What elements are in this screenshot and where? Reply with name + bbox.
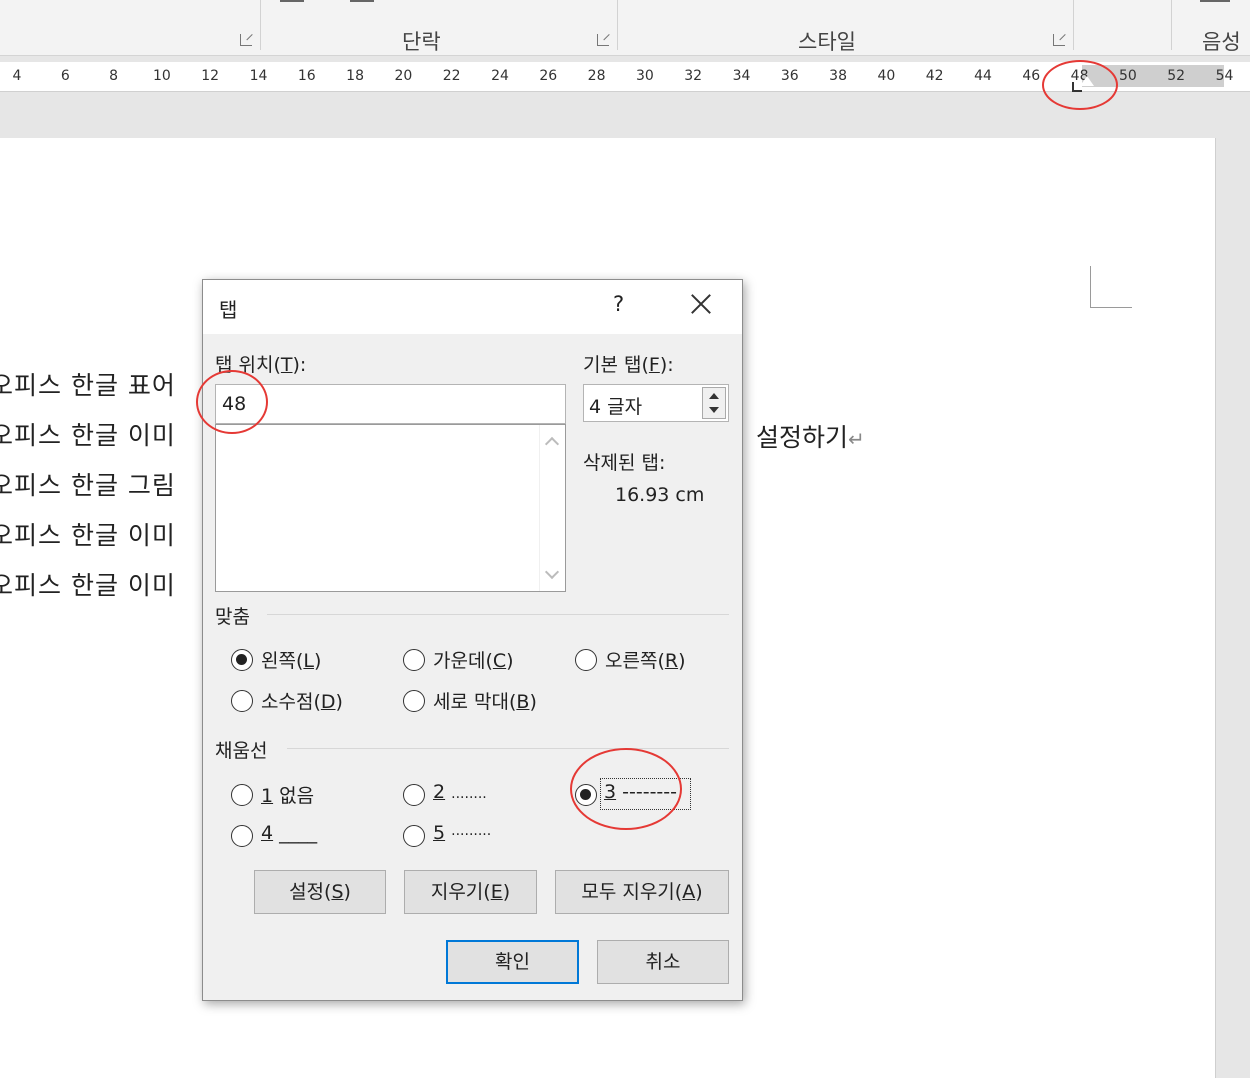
ruler-tick-label: 40	[877, 68, 896, 84]
align-bar-label[interactable]: 세로 막대(B)	[433, 687, 537, 714]
ruler-tick-label: 26	[539, 68, 558, 84]
ribbon-icon[interactable]	[350, 0, 374, 8]
paragraph-mark-icon: ↵	[848, 427, 865, 451]
cancel-button[interactable]: 취소	[597, 940, 729, 984]
document-line[interactable]: 오피스 한글 이미	[0, 566, 176, 602]
leader-4-radio[interactable]	[231, 825, 253, 847]
leader-2-radio[interactable]	[403, 784, 425, 806]
align-right-radio[interactable]	[575, 649, 597, 671]
ruler-tick-label: 16	[297, 68, 316, 84]
align-right-label[interactable]: 오른쪽(R)	[605, 646, 686, 673]
leader-4-label[interactable]: 4 ____	[261, 822, 317, 844]
dialog-titlebar[interactable]: 탭 ?	[203, 280, 742, 334]
document-tail-text: 설정하기	[756, 423, 849, 452]
ruler-tick-label: 8	[109, 68, 119, 84]
ok-button[interactable]: 확인	[446, 940, 579, 984]
dialog-title: 탭	[219, 298, 238, 322]
ruler-tick-label: 32	[684, 68, 703, 84]
ruler-tick-label: 24	[491, 68, 509, 84]
group-divider	[287, 748, 729, 749]
ribbon-icon[interactable]	[280, 0, 304, 8]
clear-button[interactable]: 지우기(E)	[404, 870, 537, 914]
align-decimal-label[interactable]: 소수점(D)	[261, 687, 343, 714]
scroll-down-icon[interactable]	[544, 564, 560, 580]
align-left-radio[interactable]	[231, 649, 253, 671]
leader-1-label[interactable]: 1 없음	[261, 781, 314, 808]
align-decimal-radio[interactable]	[231, 690, 253, 712]
spin-buttons[interactable]	[702, 387, 726, 419]
align-bar-radio[interactable]	[403, 690, 425, 712]
scroll-up-icon[interactable]	[544, 436, 560, 452]
document-line[interactable]: 오피스 한글 이미	[0, 516, 176, 552]
ruler-tick-label: 38	[829, 68, 847, 84]
leader-group-label: 채움선	[215, 740, 268, 762]
annotation-circle-leader-3	[570, 748, 682, 830]
document-line-tail[interactable]: 설정하기↵	[756, 418, 865, 454]
ribbon-separator	[617, 0, 618, 50]
ruler-tick-label: 6	[60, 68, 70, 84]
ruler-tick-label: 10	[152, 68, 171, 84]
clear-all-button[interactable]: 모두 지우기(A)	[555, 870, 729, 914]
paragraph-dialog-launcher-icon[interactable]	[597, 34, 609, 46]
ruler-tick-label: 42	[925, 68, 944, 84]
ruler-tick-label: 28	[587, 68, 606, 84]
deleted-tabs-value: 16.93 cm	[615, 484, 705, 506]
styles-dialog-launcher-icon[interactable]	[1053, 34, 1065, 46]
ribbon-group-paragraph: 단락	[402, 30, 441, 54]
set-button[interactable]: 설정(S)	[254, 870, 386, 914]
ruler-tick-label: 22	[442, 68, 461, 84]
annotation-circle-tab-position	[196, 370, 268, 434]
group-divider	[267, 614, 729, 615]
ruler-tick-label: 36	[780, 68, 799, 84]
tab-position-list-scrollbar[interactable]	[539, 425, 565, 591]
ruler-tick-label: 18	[346, 68, 364, 84]
ruler-tick-label: 52	[1167, 68, 1186, 84]
ruler-tick-label: 30	[635, 68, 654, 84]
default-tab-value: 4 글자	[589, 396, 643, 418]
ruler-tick-label: 14	[249, 68, 268, 84]
ruler-tick-label: 20	[394, 68, 413, 84]
default-tab-stepper[interactable]: 4 글자	[583, 384, 729, 422]
align-left-label[interactable]: 왼쪽(L)	[261, 646, 321, 673]
leader-5-radio[interactable]	[403, 825, 425, 847]
align-center-label[interactable]: 가운데(C)	[433, 646, 514, 673]
leader-2-label[interactable]: 2 ........	[433, 781, 487, 803]
ruler-tick-label: 34	[732, 68, 751, 84]
leader-1-radio[interactable]	[231, 784, 253, 806]
default-tab-label: 기본 탭(F):	[583, 354, 674, 376]
spin-up-icon[interactable]	[709, 393, 719, 399]
ruler-tick-label: 12	[201, 68, 220, 84]
ribbon-group-voice: 음성	[1202, 30, 1241, 54]
deleted-tabs-label: 삭제된 탭:	[583, 452, 666, 474]
ribbon: 단락 스타일 음성	[0, 0, 1250, 56]
document-line[interactable]: 오피스 한글 표어	[0, 366, 176, 402]
ruler-tick-label: 54	[1215, 68, 1234, 84]
document-line[interactable]: 오피스 한글 이미	[0, 416, 176, 452]
ruler-tick-label: 44	[974, 68, 992, 84]
ribbon-group-styles: 스타일	[798, 30, 856, 54]
close-icon[interactable]	[685, 288, 717, 320]
font-dialog-launcher-icon[interactable]	[240, 34, 252, 46]
tabs-dialog: 탭 ? 탭 위치(T): 기본 탭(F): 4 글자 삭제된 탭: 16.93 …	[202, 279, 743, 1001]
leader-5-label[interactable]: 5 ·········	[433, 822, 491, 844]
margin-corner-mark	[1090, 266, 1132, 308]
alignment-group-label: 맞춤	[215, 606, 250, 628]
ribbon-icon[interactable]	[1200, 0, 1230, 8]
tab-position-list[interactable]	[215, 424, 566, 592]
help-button[interactable]: ?	[613, 292, 624, 316]
align-center-radio[interactable]	[403, 649, 425, 671]
spin-down-icon[interactable]	[709, 407, 719, 413]
annotation-circle-ruler	[1042, 60, 1118, 110]
ribbon-separator	[1171, 0, 1172, 50]
ruler-tick-label: 4	[12, 68, 22, 84]
ribbon-separator	[1073, 0, 1074, 50]
document-line[interactable]: 오피스 한글 그림	[0, 466, 176, 502]
ribbon-separator	[260, 0, 261, 50]
